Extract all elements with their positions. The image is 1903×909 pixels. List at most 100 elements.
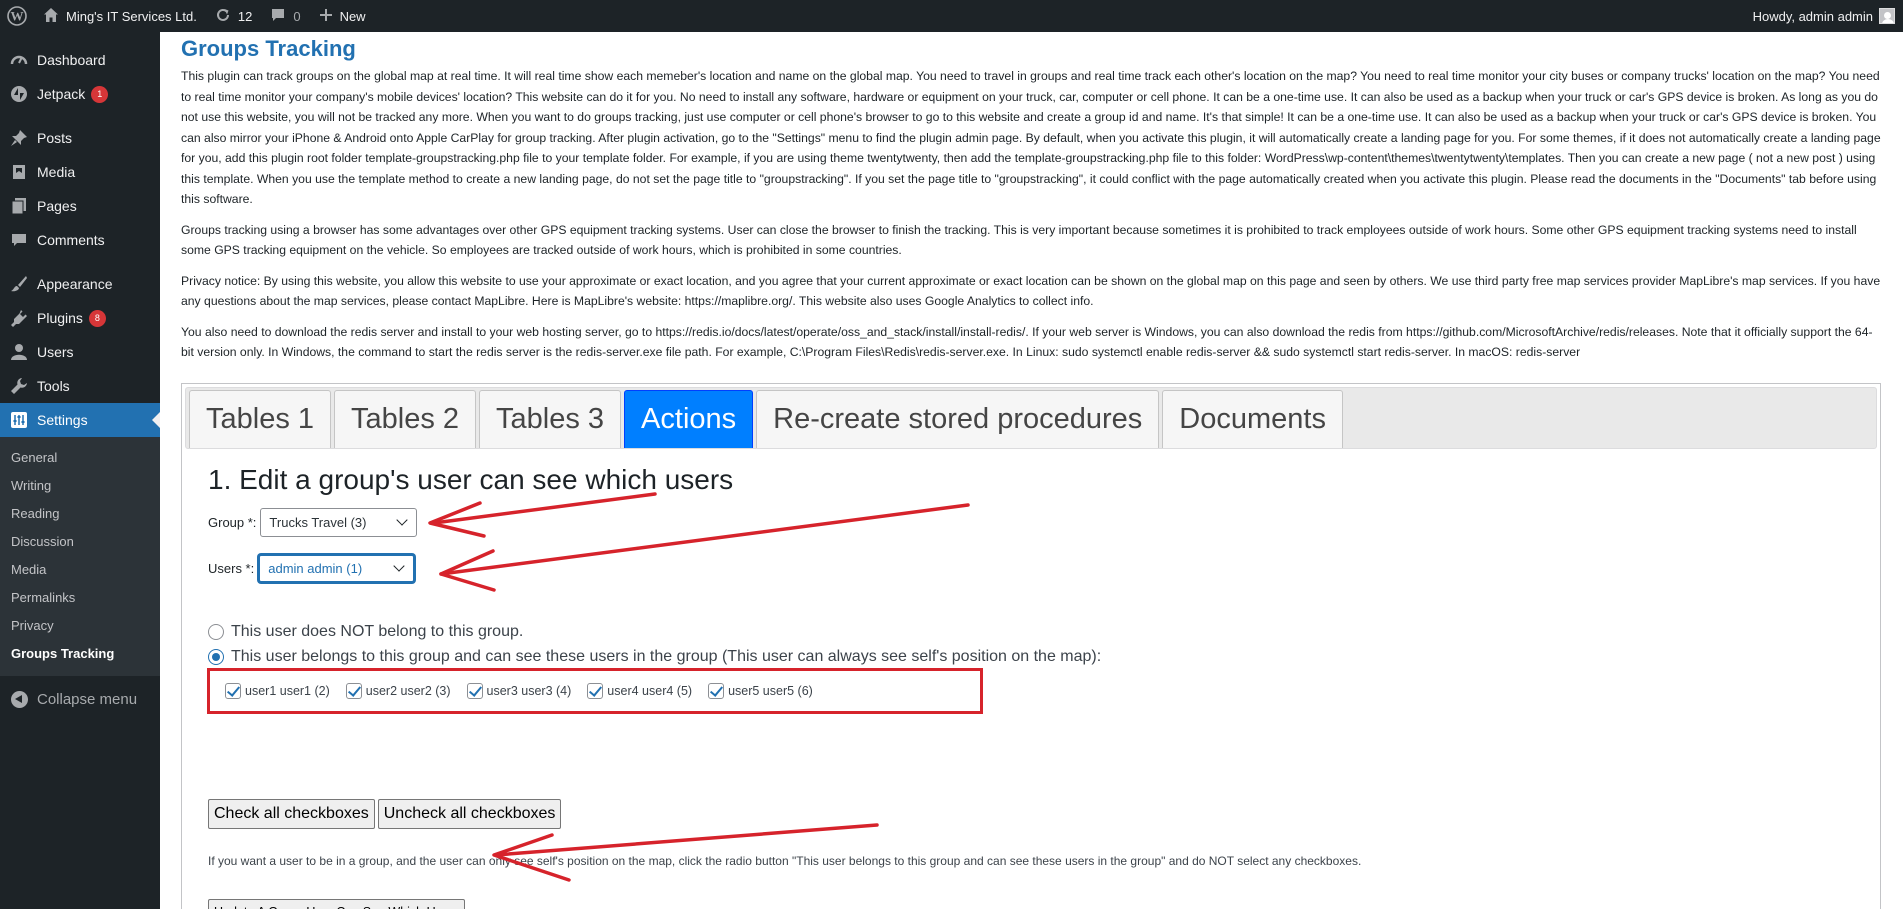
sidebar-item-label: Jetpack [37,86,86,102]
submenu-media[interactable]: Media [0,556,160,584]
sidebar-item-settings[interactable]: Settings [0,403,160,437]
checkbox[interactable] [587,683,604,699]
comments-link[interactable]: 0 [261,0,309,32]
radio-belongs-row[interactable]: This user belongs to this group and can … [208,644,1880,669]
tab-bar: Tables 1 Tables 2 Tables 3 Actions Re-cr… [185,387,1877,449]
submenu-privacy[interactable]: Privacy [0,612,160,640]
collapse-label: Collapse menu [37,690,138,708]
check-all-button[interactable]: Check all checkboxes [208,799,375,829]
settings-submenu: General Writing Reading Discussion Media… [0,437,160,676]
radio-not-belong[interactable] [208,623,224,640]
sidebar-item-plugins[interactable]: Plugins 8 [0,301,160,335]
submenu-writing[interactable]: Writing [0,472,160,500]
sidebar-item-label: Comments [37,232,105,248]
privacy-notice: Privacy notice: By using this website, y… [181,273,1881,309]
sidebar-item-label: Dashboard [37,52,106,68]
wrench-icon [9,376,29,396]
tab-tables-2[interactable]: Tables 2 [334,390,477,448]
howdy-text: Howdy, admin admin [1752,8,1873,24]
submenu-reading[interactable]: Reading [0,500,160,528]
redis-instructions: You also need to download the redis serv… [181,324,1873,360]
section-heading: 1. Edit a group's user can see which use… [208,464,734,495]
tabs-container: Tables 1 Tables 2 Tables 3 Actions Re-cr… [181,383,1881,909]
media-icon [9,162,29,182]
plugin-icon [9,308,29,328]
tab-tables-3[interactable]: Tables 3 [479,390,622,448]
sidebar-item-tools[interactable]: Tools [0,369,160,403]
users-checkbox-group: user1 user1 (2) user2 user2 (3) user3 us… [207,668,983,714]
radio-not-belong-row[interactable]: This user does NOT belong to this group. [208,619,1880,644]
checkbox[interactable] [345,683,362,699]
radio-belongs[interactable] [208,648,224,665]
checkbox-user5[interactable]: user5 user5 (6) [708,683,813,699]
submenu-discussion[interactable]: Discussion [0,528,160,556]
chevron-down-icon [396,514,409,526]
updates-link[interactable]: 12 [206,0,261,32]
my-account-link[interactable]: Howdy, admin admin [1744,0,1903,32]
collapse-menu-button[interactable]: Collapse menu [0,682,160,716]
jetpack-icon [9,84,29,104]
sidebar-item-label: Users [37,344,74,360]
sidebar-item-jetpack[interactable]: Jetpack 1 [0,77,160,111]
site-name-link[interactable]: Ming's IT Services Ltd. [34,0,206,32]
users-select[interactable]: admin admin (1) [258,554,416,583]
svg-text:W: W [11,9,24,24]
checkbox-label: user4 user4 (5) [607,684,693,698]
radio-not-belong-label: This user does NOT belong to this group. [231,622,524,640]
sidebar-item-users[interactable]: Users [0,335,160,369]
user-icon [9,342,29,362]
radio-belongs-label: This user belongs to this group and can … [231,647,1102,665]
new-label: New [339,8,366,24]
sidebar-item-label: Pages [37,198,77,214]
checkbox[interactable] [708,683,725,699]
uncheck-all-button[interactable]: Uncheck all checkboxes [377,799,562,829]
sidebar-item-label: Posts [37,130,73,146]
sidebar-item-pages[interactable]: Pages [0,189,160,223]
sidebar-item-label: Settings [37,412,88,428]
sidebar-item-comments[interactable]: Comments [0,223,160,257]
comment-icon [9,230,29,250]
group-select[interactable]: Trucks Travel (3) [260,508,418,537]
checkbox-user2[interactable]: user2 user2 (3) [345,683,451,699]
submenu-groups-tracking[interactable]: Groups Tracking [0,640,160,668]
sidebar-item-appearance[interactable]: Appearance [0,267,160,301]
admin-bar: W Ming's IT Services Ltd. 12 0 New Howdy… [0,0,1903,32]
plugin-description: This plugin can track groups on the glob… [181,66,1883,363]
main-content: Groups Tracking This plugin can track gr… [160,32,1903,909]
submenu-permalinks[interactable]: Permalinks [0,584,160,612]
description-paragraph: Groups tracking using a browser has some… [181,222,1857,258]
checkbox-user1[interactable]: user1 user1 (2) [225,683,330,699]
description-paragraph: This plugin can track groups on the glob… [181,69,1881,206]
tab-documents[interactable]: Documents [1162,390,1343,448]
tab-tables-1[interactable]: Tables 1 [189,390,332,448]
pin-icon [9,128,29,148]
tab-actions[interactable]: Actions [624,390,754,448]
checkbox-label: user1 user1 (2) [245,684,330,698]
update-group-user-button[interactable]: Update A Group User Can See Which Users [208,899,466,909]
checkbox-user4[interactable]: user4 user4 (5) [587,683,692,699]
admin-sidebar: Dashboard Jetpack 1 Posts Media Pages Co… [0,32,160,909]
checkbox-label: user3 user3 (4) [486,684,572,698]
avatar [1879,8,1895,24]
pages-icon [9,196,29,216]
sidebar-item-posts[interactable]: Posts [0,121,160,155]
sidebar-item-media[interactable]: Media [0,155,160,189]
tab-recreate-stored-procedures[interactable]: Re-create stored procedures [756,390,1160,448]
users-field-row: Users *: admin admin (1) [208,554,1880,583]
home-icon [43,7,59,26]
submenu-general[interactable]: General [0,444,160,472]
collapse-icon [9,689,29,709]
plugins-badge: 8 [88,309,106,327]
checkbox-user3[interactable]: user3 user3 (4) [466,683,572,699]
checkbox-buttons: Check all checkboxes Uncheck all checkbo… [208,799,1880,829]
brush-icon [9,274,29,294]
checkbox-label: user2 user2 (3) [365,684,451,698]
sidebar-item-dashboard[interactable]: Dashboard [0,43,160,77]
dashboard-icon [9,50,29,70]
new-content-link[interactable]: New [310,0,375,32]
wordpress-logo-icon[interactable]: W [0,0,34,32]
checkbox[interactable] [466,683,483,699]
settings-icon [9,410,29,430]
checkbox[interactable] [225,683,241,699]
sidebar-item-label: Tools [37,378,70,394]
